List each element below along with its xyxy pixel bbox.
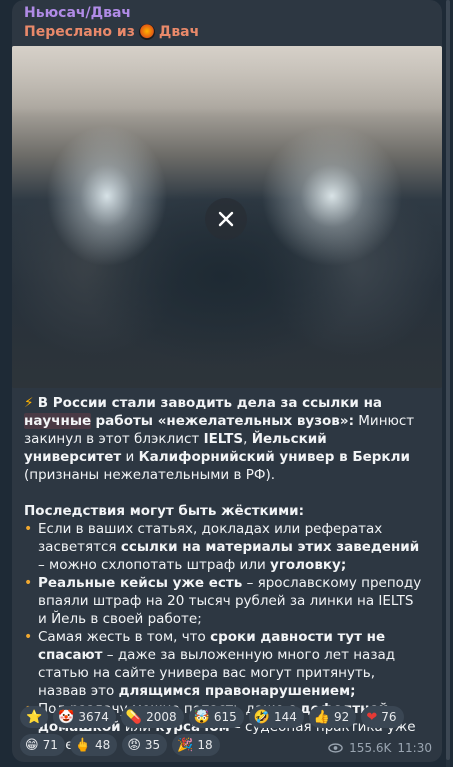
close-icon bbox=[218, 211, 234, 227]
reaction-angry[interactable]: 😡 35 bbox=[122, 734, 168, 756]
reaction-count: 615 bbox=[213, 710, 237, 724]
reaction-heart[interactable]: ❤ 76 bbox=[361, 706, 404, 728]
bullet-icon: • bbox=[24, 521, 33, 537]
forward-channel-name[interactable]: Двач bbox=[159, 24, 199, 40]
text-span: уголовку; bbox=[270, 557, 347, 573]
text-span: ссылки на материалы этих заведений bbox=[120, 539, 420, 555]
message-text: ⚡ В России стали заводить дела за ссылки… bbox=[24, 394, 424, 754]
reaction-count: 92 bbox=[334, 710, 350, 724]
reaction-middle-finger[interactable]: 🖕 48 bbox=[69, 734, 118, 756]
reaction-clown[interactable]: 🤡 3674 bbox=[53, 706, 116, 728]
text-span: Самая жесть в том, что bbox=[38, 629, 211, 645]
reaction-party[interactable]: 🎉 18 bbox=[172, 734, 220, 756]
sender-name[interactable]: Ньюсач/Двач bbox=[24, 5, 131, 21]
consequences-heading: Последствия могут быть жёсткими: bbox=[24, 502, 424, 520]
reaction-thumbs-up[interactable]: 👍 92 bbox=[308, 706, 357, 728]
heading-text: Последствия могут быть жёсткими bbox=[24, 503, 299, 519]
reaction-count: 144 bbox=[273, 710, 297, 724]
pill-icon: 💊 bbox=[125, 709, 143, 725]
heart-icon: ❤ bbox=[366, 709, 378, 725]
message-meta: 155.6K 11:30 bbox=[328, 741, 432, 755]
text-span: длящимся правонарушением; bbox=[118, 683, 356, 699]
party-icon: 🎉 bbox=[177, 737, 194, 753]
forwarded-from[interactable]: Переслано из Двач bbox=[24, 24, 199, 40]
text-span: В России стали заводить дела за ссылки н… bbox=[37, 395, 383, 411]
clown-icon: 🤡 bbox=[58, 709, 75, 725]
bullet-item: • Самая жесть в том, что сроки давности … bbox=[24, 628, 424, 700]
mind-blown-icon: 🤯 bbox=[193, 709, 210, 725]
star-icon: ⭐ bbox=[26, 709, 43, 725]
video-preview[interactable] bbox=[12, 46, 442, 388]
text-span: , bbox=[243, 431, 252, 447]
rofl-icon: 🤣 bbox=[253, 709, 270, 725]
view-count: 155.6K bbox=[349, 741, 392, 755]
text-span: и bbox=[121, 449, 139, 465]
bullet-item: • Если в ваших статьях, докладах или реф… bbox=[24, 520, 424, 574]
reaction-count: 2008 bbox=[146, 710, 177, 724]
text-span: IELTS bbox=[203, 431, 244, 447]
reaction-grin[interactable]: 😁 71 bbox=[20, 734, 65, 756]
message-bubble: Ньюсач/Двач Переслано из Двач ⚡ В России… bbox=[12, 0, 442, 762]
cancel-download-button[interactable] bbox=[205, 198, 247, 240]
reaction-rofl[interactable]: 🤣 144 bbox=[248, 706, 304, 728]
paragraph-intro: ⚡ В России стали заводить дела за ссылки… bbox=[24, 394, 424, 484]
thumbs-up-icon: 👍 bbox=[313, 709, 331, 725]
eye-icon bbox=[328, 743, 343, 753]
reaction-count: 3674 bbox=[78, 710, 109, 724]
scrollbar-thumb[interactable] bbox=[446, 0, 450, 760]
text-span: работы «нежелательных вузов»: bbox=[95, 413, 354, 429]
channel-avatar-icon bbox=[138, 24, 155, 40]
bullet-icon: • bbox=[24, 575, 33, 591]
forward-prefix: Переслано из bbox=[24, 24, 135, 40]
reaction-count: 35 bbox=[144, 738, 161, 752]
reaction-count: 71 bbox=[42, 738, 58, 752]
reaction-count: 48 bbox=[95, 738, 111, 752]
reactions-row: ⭐ 🤡 3674 💊 2008 🤯 615 🤣 144 👍 92 ❤ 76 bbox=[20, 706, 440, 728]
heading-colon: : bbox=[298, 503, 305, 519]
reaction-pill[interactable]: 💊 2008 bbox=[120, 706, 184, 728]
reaction-count: 76 bbox=[381, 710, 397, 724]
bullet-icon: • bbox=[24, 629, 33, 645]
text-span: Калифорнийский универ в Беркли bbox=[138, 449, 410, 465]
text-span: – можно схлопотать штраф или bbox=[38, 557, 271, 573]
text-span: Реальные кейсы уже есть bbox=[38, 575, 243, 591]
highlighted-text: научные bbox=[24, 413, 92, 429]
angry-icon: 😡 bbox=[127, 737, 141, 753]
grin-icon: 😁 bbox=[25, 737, 39, 753]
middle-finger-icon: 🖕 bbox=[74, 737, 92, 753]
message-time: 11:30 bbox=[397, 741, 432, 755]
text-span: (признаны нежелательными в РФ). bbox=[24, 467, 276, 483]
reaction-count: 18 bbox=[197, 738, 213, 752]
lightning-icon: ⚡ bbox=[24, 395, 34, 411]
reaction-mind-blown[interactable]: 🤯 615 bbox=[188, 706, 244, 728]
bullet-item: • Реальные кейсы уже есть – ярославскому… bbox=[24, 574, 424, 628]
reaction-star[interactable]: ⭐ bbox=[20, 706, 49, 728]
